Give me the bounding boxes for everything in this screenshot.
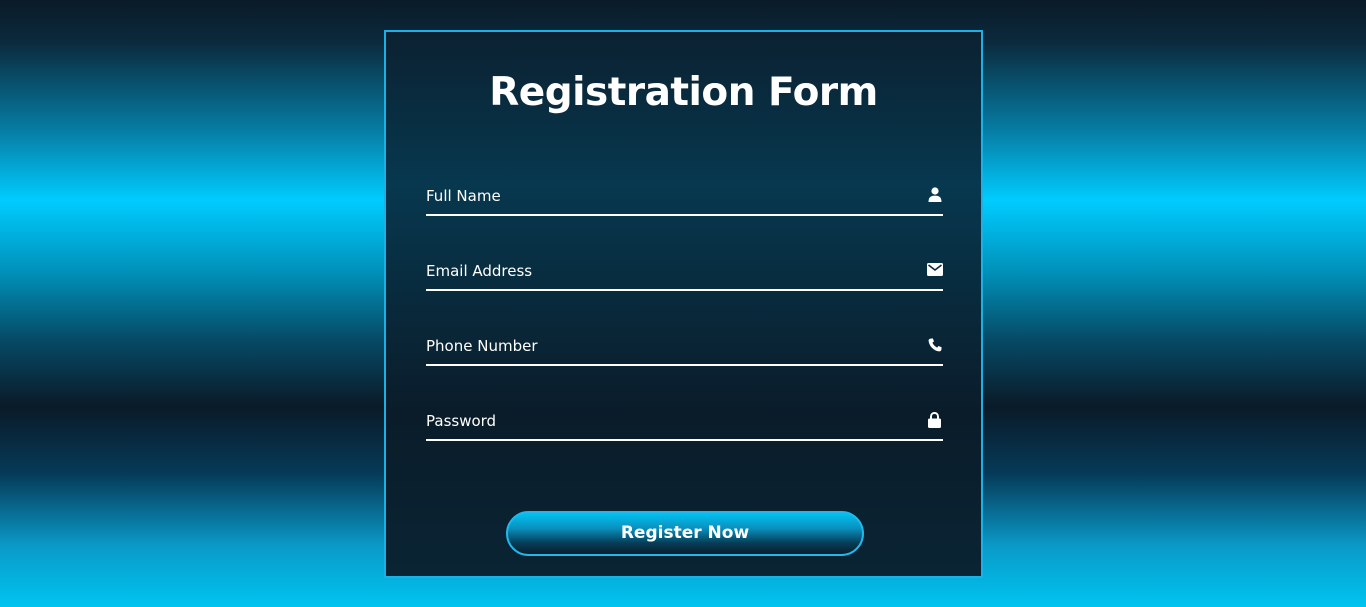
user-icon — [926, 186, 943, 203]
phone-number-field[interactable]: Phone Number — [426, 318, 943, 366]
email-address-field[interactable]: Email Address — [426, 243, 943, 291]
register-now-button[interactable]: Register Now — [506, 511, 864, 556]
registration-panel: Registration Form Full Name Email Addres… — [384, 30, 983, 578]
phone-number-label: Phone Number — [426, 337, 538, 355]
full-name-field[interactable]: Full Name — [426, 168, 943, 216]
lock-icon — [926, 411, 943, 428]
password-label: Password — [426, 412, 497, 430]
full-name-label: Full Name — [426, 187, 501, 205]
phone-icon — [926, 336, 943, 353]
envelope-icon — [926, 261, 943, 278]
email-address-label: Email Address — [426, 262, 533, 280]
password-field[interactable]: Password — [426, 393, 943, 441]
form-title: Registration Form — [489, 70, 878, 115]
